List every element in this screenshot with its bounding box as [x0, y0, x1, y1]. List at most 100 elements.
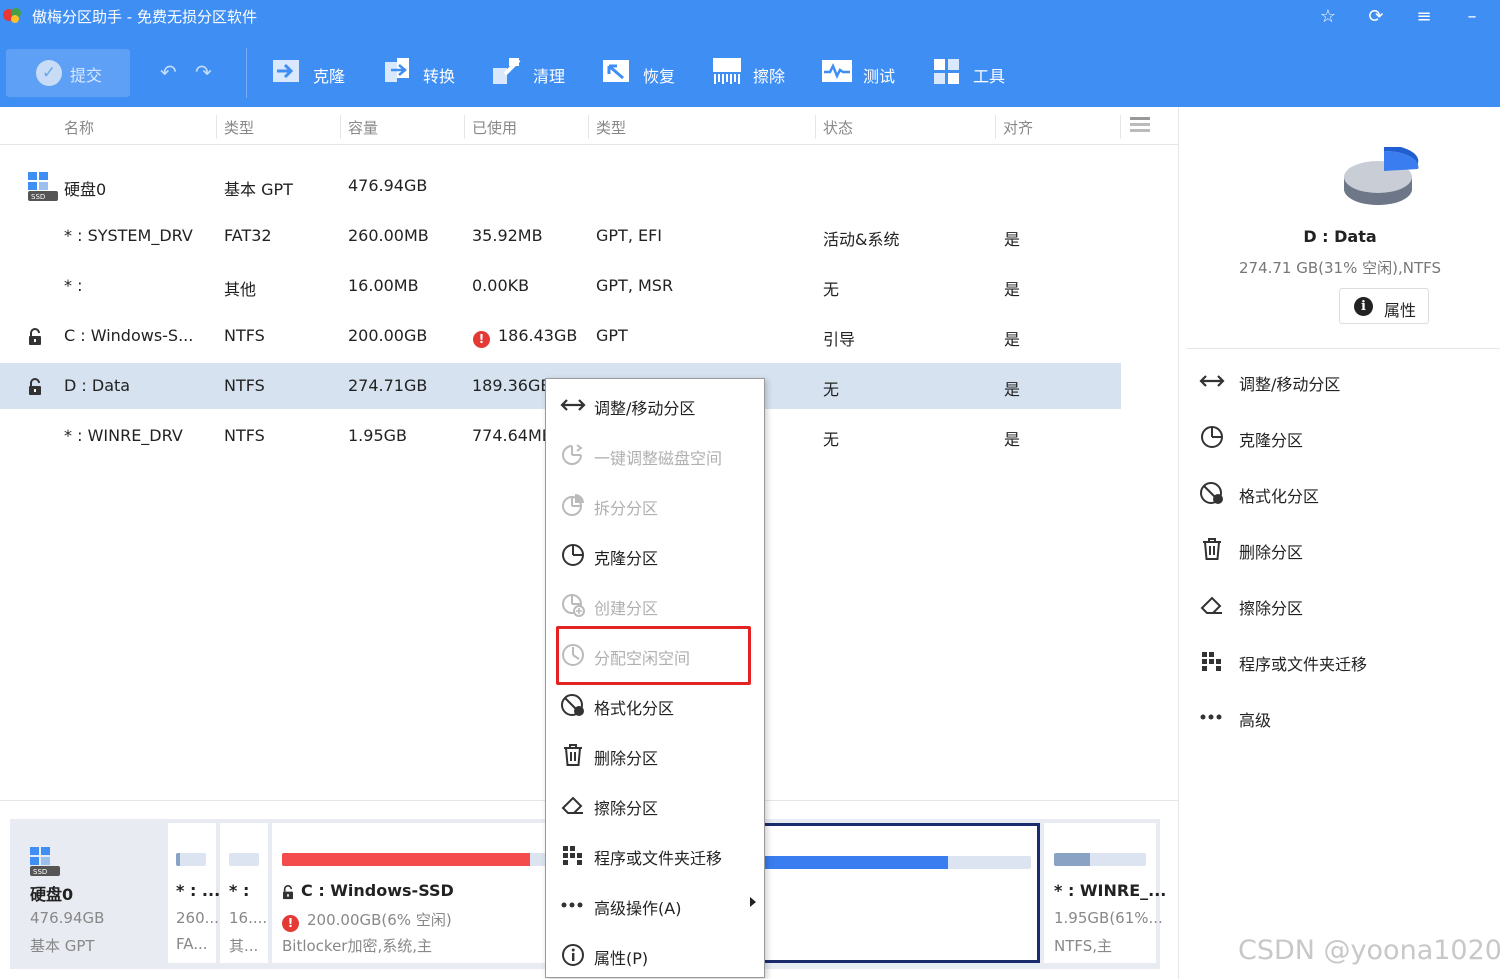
lock-icon [283, 885, 293, 900]
partition-aligned: 是 [1004, 230, 1021, 249]
submenu-arrow-icon [750, 897, 756, 907]
partition-name: * : SYSTEM_DRV [64, 226, 193, 245]
lock-icon [29, 328, 41, 345]
action-label: 克隆分区 [1239, 431, 1304, 450]
map-partition-line2: FA... [176, 935, 208, 953]
toolbar-clean-label: 清理 [533, 67, 566, 86]
header-status[interactable]: 状态 [823, 117, 853, 138]
ssd-disk-icon: SSD [30, 847, 60, 876]
toolbar: ✓ 提交 ↶ ↷ 克隆 转换 清理 恢复 擦除 测试 工具 [0, 40, 1500, 102]
menu-clone-partition[interactable]: 克隆分区 [546, 529, 764, 579]
minimize-icon[interactable]: – [1458, 4, 1486, 30]
map-partition-line1: 200.00GB(6% 空闲) [307, 911, 452, 929]
disk-capacity: 476.94GB [348, 176, 428, 195]
redo-icon[interactable]: ↷ [195, 60, 212, 84]
map-partition-title: * : WINRE_... [1054, 881, 1167, 900]
header-capacity[interactable]: 容量 [348, 117, 378, 138]
partition-details-panel: D : Data 274.71 GB(31% 空闲),NTFS i 属性 调整/… [1178, 107, 1500, 979]
menu-advanced-operations[interactable]: 高级操作(A) [546, 879, 764, 929]
partition-status: 无 [823, 380, 840, 399]
selected-partition-info: 274.71 GB(31% 空闲),NTFS [1238, 259, 1442, 277]
action-label: 删除分区 [1239, 543, 1304, 562]
convert-icon [385, 58, 409, 82]
header-name[interactable]: 名称 [64, 117, 94, 138]
properties-button[interactable]: i 属性 [1339, 288, 1429, 324]
partition-name: C : Windows-S... [64, 326, 194, 345]
map-partition-block[interactable]: * : ... 260... FA... [168, 823, 220, 963]
menu-one-click-adjust[interactable]: 一键调整磁盘空间 [546, 429, 764, 479]
usage-bar [176, 853, 206, 866]
partition-aligned: 是 [1004, 330, 1021, 349]
map-partition-block[interactable]: * : WINRE_... 1.95GB(61%... NTFS,主 [1044, 823, 1166, 963]
lock-icon [29, 378, 41, 395]
action-format-partition[interactable]: 格式化分区 [1199, 472, 1489, 512]
toolbar-test-label: 测试 [863, 67, 896, 86]
map-partition-block-d-selected[interactable] [762, 823, 1040, 963]
menu-properties[interactable]: 属性(P) [546, 929, 764, 979]
menu-app-migration[interactable]: 程序或文件夹迁移 [546, 829, 764, 879]
partition-fs: NTFS [224, 426, 265, 445]
menu-format-partition[interactable]: 格式化分区 [546, 679, 764, 729]
toolbar-wipe-label: 擦除 [753, 67, 786, 86]
header-divider [588, 115, 589, 139]
partition-aligned: 是 [1004, 280, 1021, 299]
disk-name: 硬盘0 [64, 180, 107, 199]
submit-button[interactable]: ✓ 提交 [6, 49, 130, 97]
map-partition-block-c[interactable]: C : Windows-SSD ! 200.00GB(6% 空闲) Bitlock… [272, 823, 546, 963]
map-partition-block[interactable]: * : 16.... 其... [220, 823, 268, 963]
partition-name: * : [64, 276, 83, 295]
clone-partition-icon [1201, 426, 1223, 448]
usage-bar [1054, 853, 1146, 866]
watermark-text: CSDN @yoona1020 [1238, 935, 1500, 966]
header-used[interactable]: 已使用 [472, 117, 517, 138]
toolbar-convert-label: 转换 [423, 67, 456, 86]
partition-used: 186.43GB [498, 326, 578, 345]
test-icon [822, 60, 852, 82]
menu-wipe-partition[interactable]: 擦除分区 [546, 779, 764, 829]
action-wipe-partition[interactable]: 擦除分区 [1199, 584, 1489, 624]
disk-map-disk-info[interactable]: SSD 硬盘0 476.94GB 基本 GPT [10, 823, 164, 963]
partition-row-system-drv[interactable]: * : SYSTEM_DRV FAT32 260.00MB 35.92MB GP… [0, 213, 1121, 259]
format-icon [1200, 482, 1223, 504]
header-partition-type[interactable]: 类型 [596, 117, 626, 138]
partition-aligned: 是 [1004, 380, 1021, 399]
clone-partition-icon [562, 544, 584, 566]
undo-icon[interactable]: ↶ [160, 60, 177, 84]
format-icon [561, 694, 584, 716]
menu-delete-partition[interactable]: 删除分区 [546, 729, 764, 779]
svg-text:SSD: SSD [31, 193, 45, 201]
action-app-migration[interactable]: 程序或文件夹迁移 [1199, 640, 1489, 680]
refresh-icon[interactable]: ⟳ [1362, 4, 1390, 30]
split-icon [562, 494, 584, 516]
action-clone-partition[interactable]: 克隆分区 [1199, 416, 1489, 456]
toolbar-tools-label: 工具 [973, 67, 1006, 86]
menu-split-partition[interactable]: 拆分分区 [546, 479, 764, 529]
action-label: 程序或文件夹迁移 [1239, 655, 1368, 674]
action-advanced[interactable]: 高级 [1199, 696, 1489, 736]
menu-create-partition[interactable]: 创建分区 [546, 579, 764, 629]
action-resize-move[interactable]: 调整/移动分区 [1199, 360, 1489, 400]
action-delete-partition[interactable]: 删除分区 [1199, 528, 1489, 568]
eraser-icon [561, 796, 583, 814]
menu-icon[interactable]: ≡ [1410, 4, 1438, 30]
header-divider [464, 115, 465, 139]
header-fs-type[interactable]: 类型 [224, 117, 254, 138]
partition-row-msr[interactable]: * : 其他 16.00MB 0.00KB GPT, MSR 无 是 [0, 263, 1121, 309]
menu-resize-move[interactable]: 调整/移动分区 [546, 379, 764, 429]
map-partition-line1-wrap: ! 200.00GB(6% 空闲) [282, 909, 452, 932]
trash-icon [1203, 538, 1221, 560]
favorite-star-icon[interactable]: ☆ [1314, 4, 1342, 30]
partition-capacity: 274.71GB [348, 376, 428, 395]
disk-type: 基本 GPT [224, 180, 293, 199]
partition-row-c[interactable]: C : Windows-S... NTFS 200.00GB ! 186.43GB… [0, 313, 1121, 359]
map-partition-line1: 1.95GB(61%... [1054, 909, 1163, 927]
partition-fs: FAT32 [224, 226, 272, 245]
header-aligned[interactable]: 对齐 [1003, 117, 1033, 138]
action-label: 高级 [1239, 711, 1272, 730]
info-icon: i [1354, 297, 1373, 316]
partition-used: 35.92MB [472, 226, 543, 245]
usage-bar [764, 856, 1031, 869]
warning-icon: ! [282, 915, 299, 932]
disk-row[interactable]: SSD 硬盘0 基本 GPT 476.94GB [0, 163, 1121, 209]
column-settings-icon[interactable] [1130, 116, 1150, 134]
